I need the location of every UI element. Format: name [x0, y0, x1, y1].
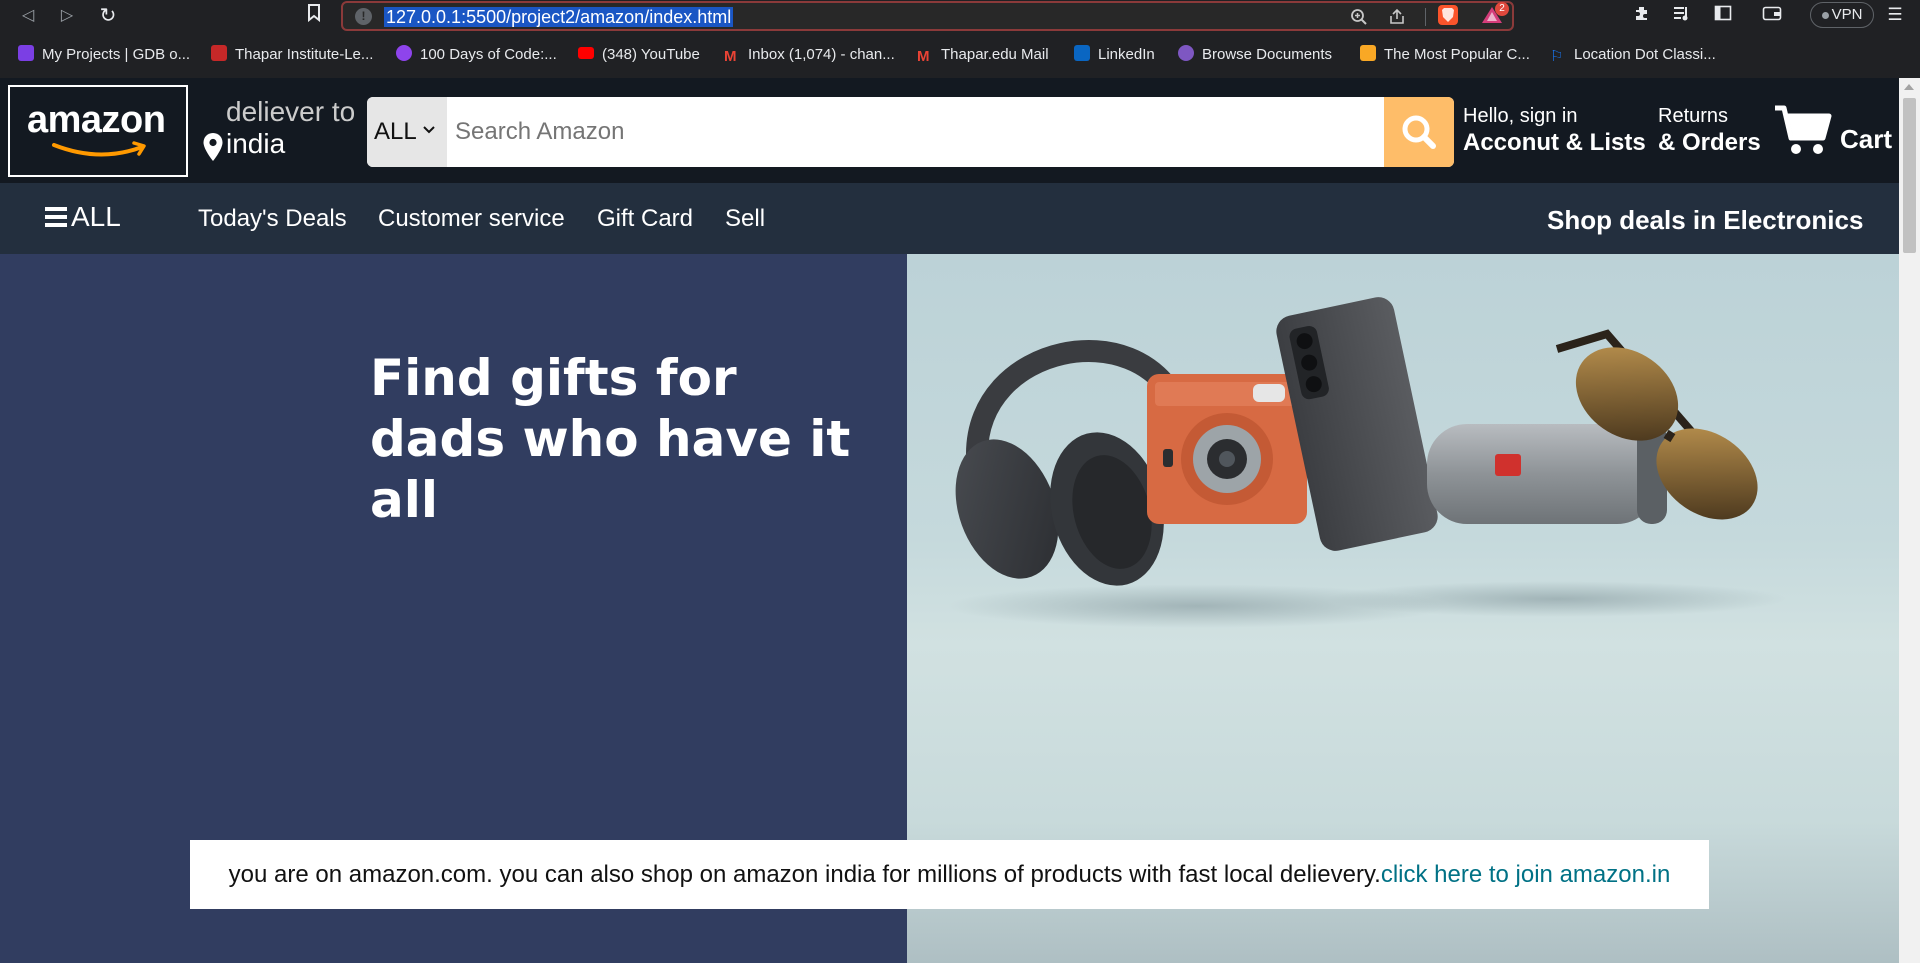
youtube-icon	[578, 47, 594, 59]
account-greeting: Hello, sign in	[1463, 105, 1578, 127]
bookmark-icon[interactable]	[302, 4, 326, 26]
bookmark-label: Browse Documents	[1202, 46, 1333, 63]
wallet-icon[interactable]	[1761, 4, 1783, 26]
bookmark-label: Location Dot Classi...	[1574, 46, 1716, 63]
amazon-subnav: ALL Today's Deals Customer service Gift …	[0, 183, 1899, 254]
chevron-down-icon	[423, 126, 435, 134]
amazon-header: amazon deliever to india ALL Search Amaz…	[0, 78, 1899, 183]
bookmark-thapar[interactable]: Thapar Institute-Le...	[211, 45, 373, 65]
join-amazon-in-link[interactable]: click here to join amazon.in	[1381, 861, 1670, 888]
account-label: Acconut & Lists	[1463, 129, 1646, 156]
nav-gift-card[interactable]: Gift Card	[597, 205, 693, 233]
orders-label: & Orders	[1658, 129, 1761, 156]
nav-customer-service[interactable]: Customer service	[378, 205, 565, 233]
location-pin-icon	[203, 133, 223, 161]
rewards-badge: 2	[1495, 2, 1509, 16]
search-input[interactable]	[447, 97, 1374, 167]
address-bar[interactable]: ! 127.0.0.1:5500/project2/amazon/index.h…	[341, 1, 1514, 31]
cart-icon	[1775, 105, 1832, 154]
gmail-icon: M	[917, 48, 930, 65]
bookmark-location-dot[interactable]: ⚐ Location Dot Classi...	[1550, 45, 1716, 65]
brave-rewards-icon[interactable]: 2	[1481, 2, 1509, 25]
bookmark-youtube[interactable]: (348) YouTube	[578, 45, 700, 65]
nav-sell[interactable]: Sell	[725, 205, 765, 233]
search-button[interactable]	[1384, 97, 1454, 167]
nav-todays-deals[interactable]: Today's Deals	[198, 205, 347, 233]
zoom-icon[interactable]	[1349, 8, 1369, 26]
bookmark-label: LinkedIn	[1098, 46, 1155, 63]
bookmark-linkedin[interactable]: LinkedIn	[1074, 45, 1155, 65]
search-icon	[1402, 115, 1436, 149]
scroll-thumb[interactable]	[1903, 98, 1916, 253]
reload-icon[interactable]: ↻	[96, 4, 120, 26]
promo-banner: you are on amazon.com. you can also shop…	[190, 840, 1709, 909]
gmail-icon: M	[724, 48, 737, 65]
vpn-status-dot	[1821, 11, 1829, 19]
bookmark-label: 100 Days of Code:...	[420, 46, 557, 63]
browser-toolbar: ◁ ▷ ↻ ! 127.0.0.1:5500/project2/amazon/i…	[0, 0, 1920, 31]
search-category-select[interactable]: ALL	[367, 97, 447, 167]
flag-icon: ⚐	[1550, 48, 1564, 65]
bookmark-most-popular[interactable]: The Most Popular C...	[1360, 45, 1530, 65]
amazon-smile-icon	[52, 141, 146, 157]
bookmark-label: (348) YouTube	[602, 46, 700, 63]
share-icon[interactable]	[1387, 8, 1407, 26]
search-category-label: ALL	[374, 118, 417, 145]
bookmark-label: Thapar Institute-Le...	[235, 46, 374, 63]
deliver-country: india	[226, 128, 286, 159]
account-lists[interactable]: Hello, sign in Acconut & Lists	[1463, 104, 1646, 158]
url-divider	[1425, 8, 1426, 26]
forward-icon[interactable]: ▷	[55, 4, 79, 26]
hero-title: Find gifts for dads who have it all	[370, 348, 890, 531]
amazon-logo[interactable]: amazon	[8, 85, 188, 177]
cart-label: Cart	[1840, 124, 1893, 154]
bookmark-thapar-mail[interactable]: M Thapar.edu Mail	[917, 45, 1049, 65]
bookmarks-bar: My Projects | GDB o... Thapar Institute-…	[0, 31, 1920, 78]
sidebar-icon[interactable]	[1712, 4, 1734, 26]
all-label: ALL	[71, 201, 121, 232]
page-scrollbar[interactable]	[1899, 78, 1920, 963]
bookmark-favicon-icon	[211, 45, 227, 61]
bookmark-favicon-icon	[1360, 45, 1376, 61]
nav-shop-deals-electronics[interactable]: Shop deals in Electronics	[1547, 205, 1863, 236]
bookmark-favicon-icon	[18, 45, 34, 61]
scroll-up-arrow-icon[interactable]	[1904, 84, 1914, 90]
hero-title-line1: Find gifts for	[370, 349, 737, 407]
returns-orders[interactable]: Returns & Orders	[1658, 104, 1761, 158]
playlist-icon[interactable]	[1671, 4, 1693, 26]
bookmark-label: My Projects | GDB o...	[42, 46, 191, 63]
menu-icon[interactable]: ☰	[1884, 4, 1906, 26]
hero-title-line2: dads who have it all	[370, 410, 851, 529]
back-icon[interactable]: ◁	[16, 4, 40, 26]
vpn-button[interactable]: VPN	[1810, 2, 1874, 28]
hamburger-icon	[45, 207, 67, 227]
bookmark-label: The Most Popular C...	[1384, 46, 1530, 63]
vpn-label: VPN	[1831, 6, 1863, 23]
bookmark-favicon-icon	[1178, 45, 1194, 61]
bookmark-inbox[interactable]: M Inbox (1,074) - chan...	[724, 45, 895, 65]
cart-button[interactable]: Cart	[1773, 98, 1893, 168]
bookmark-label: Inbox (1,074) - chan...	[748, 46, 895, 63]
bookmark-label: Thapar.edu Mail	[941, 46, 1049, 63]
logo-text: amazon	[27, 99, 166, 141]
search-bar: ALL	[367, 97, 1454, 167]
all-menu-button[interactable]: ALL	[45, 201, 121, 233]
extensions-icon[interactable]	[1631, 4, 1653, 26]
bookmark-gdb[interactable]: My Projects | GDB o...	[18, 45, 190, 65]
site-info-icon[interactable]: !	[355, 8, 372, 25]
url-text[interactable]: 127.0.0.1:5500/project2/amazon/index.htm…	[384, 7, 734, 27]
linkedin-icon	[1074, 45, 1090, 61]
instant-camera-image	[1147, 374, 1307, 524]
returns-label: Returns	[1658, 105, 1729, 127]
promo-text: you are on amazon.com. you can also shop…	[228, 861, 1381, 888]
page-viewport: amazon deliever to india ALL Search Amaz…	[0, 78, 1899, 963]
bookmark-favicon-icon	[396, 45, 412, 61]
headphones-image	[955, 340, 1188, 586]
brave-shields-icon[interactable]	[1438, 5, 1458, 25]
deliver-label: deliever to	[226, 96, 356, 127]
bookmark-100days[interactable]: 100 Days of Code:...	[396, 45, 557, 65]
bookmark-browse-docs[interactable]: Browse Documents	[1178, 45, 1332, 65]
